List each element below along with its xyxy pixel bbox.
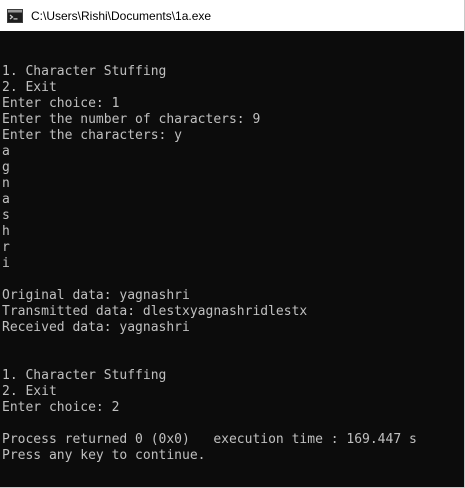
console-line: s	[2, 208, 10, 223]
console-line: r	[2, 240, 10, 255]
console-lines: 1. Character Stuffing 2. Exit Enter choice…	[2, 64, 417, 464]
title-bar[interactable]: C:\Users\Rishi\Documents\1a.exe	[0, 0, 464, 31]
console-line: i	[2, 256, 10, 271]
console-output-area[interactable]: 1. Character Stuffing 2. Exit Enter choice…	[0, 31, 464, 487]
console-line: 1. Character Stuffing	[2, 64, 167, 79]
console-line: Press any key to continue.	[2, 448, 206, 463]
console-line: g	[2, 160, 10, 175]
console-line: n	[2, 176, 10, 191]
console-line: Enter choice: 2	[2, 400, 120, 415]
console-line: Original data: yagnashri	[2, 288, 190, 303]
console-line: 1. Character Stuffing	[2, 368, 167, 383]
console-line: a	[2, 144, 10, 159]
console-window: C:\Users\Rishi\Documents\1a.exe 1. Chara…	[0, 0, 465, 488]
console-line: Enter choice: 1	[2, 96, 120, 111]
console-app-icon	[7, 8, 23, 23]
console-line: a	[2, 192, 10, 207]
console-line: Transmitted data: dlestxyagnashridlestx	[2, 304, 308, 319]
console-line: Enter the number of characters: 9	[2, 112, 261, 127]
console-line: Received data: yagnashri	[2, 320, 190, 335]
console-line: 2. Exit	[2, 384, 57, 399]
console-line: Enter the characters: y	[2, 128, 183, 143]
console-line: 2. Exit	[2, 80, 57, 95]
window-title: C:\Users\Rishi\Documents\1a.exe	[31, 8, 212, 23]
console-line: h	[2, 224, 10, 239]
console-line: Process returned 0 (0x0) execution time …	[2, 432, 417, 447]
